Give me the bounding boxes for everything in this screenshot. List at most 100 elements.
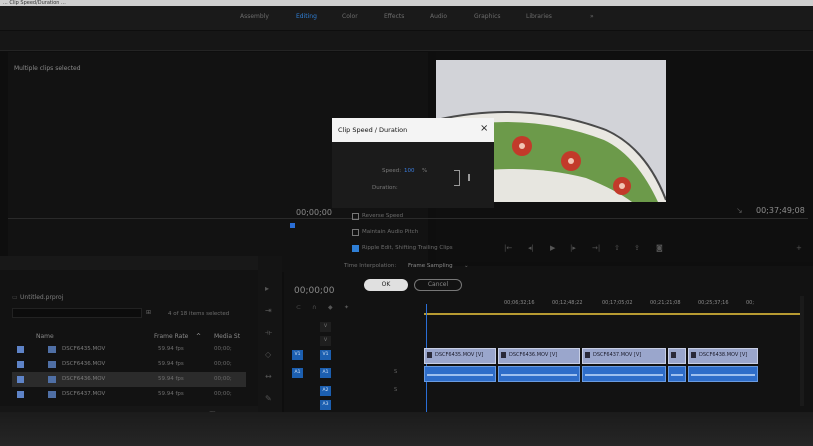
video-file-icon	[48, 391, 56, 398]
folder-icon: ▭	[12, 294, 18, 301]
monitor-playhead[interactable]	[290, 223, 295, 228]
speed-unit: %	[422, 168, 428, 174]
table-row[interactable]: DSCF6437.MOV 59.94 fps 00;00;	[12, 387, 246, 402]
time-interpolation-label: Time Interpolation:	[344, 263, 397, 269]
timeline-clip[interactable]: DSCF6435.MOV [V]	[424, 348, 496, 364]
table-row[interactable]: DSCF6436.MOV 59.94 fps 00;00;	[12, 372, 246, 387]
bin-icon[interactable]: ⊞	[146, 309, 151, 316]
timeline-timecode: 00;00;00	[294, 286, 335, 296]
workspace-tab-effects[interactable]: Effects	[384, 13, 404, 20]
screen-bottom	[0, 412, 813, 446]
maintain-audio-pitch-checkbox[interactable]	[352, 229, 359, 236]
column-name[interactable]: Name	[36, 333, 54, 340]
clip-frame-rate: 59.94 fps	[158, 346, 184, 352]
workspace-tab-editing[interactable]: Editing	[296, 13, 317, 20]
source-timecode: 00;00;00	[296, 208, 332, 217]
ripple-edit-label: Ripple Edit, Shifting Trailing Clips	[362, 245, 453, 251]
clip-frame-rate: 59.94 fps	[158, 376, 184, 382]
timeline-clip[interactable]: DSCF6436.MOV [V]	[498, 348, 580, 364]
time-interpolation-select[interactable]: Frame Sampling	[408, 263, 453, 269]
razor-tool-icon[interactable]: ◇	[265, 350, 275, 360]
snap-icon[interactable]: ⊂	[296, 304, 301, 311]
ok-button[interactable]: OK	[364, 279, 408, 291]
monitor-ruler[interactable]	[8, 218, 808, 224]
reverse-speed-label: Reverse Speed	[362, 213, 404, 219]
add-marker-icon[interactable]: ◆	[328, 304, 333, 311]
link-toggle-icon[interactable]	[468, 174, 470, 181]
clip-name: DSCF6437.MOV	[62, 391, 106, 397]
source-patch-a1[interactable]: A1	[292, 368, 303, 378]
audio-clip[interactable]	[668, 366, 686, 382]
track-target-a3[interactable]: A3	[320, 400, 331, 410]
project-search-input[interactable]	[12, 308, 142, 318]
workspace-tab-audio[interactable]: Audio	[430, 13, 447, 20]
workspace-tab-assembly[interactable]: Assembly	[240, 13, 269, 20]
panel-header	[0, 31, 813, 51]
chevron-down-icon[interactable]: ⌄	[464, 263, 469, 269]
timeline-scrollbar[interactable]	[800, 296, 804, 406]
slip-tool-icon[interactable]: ↔	[265, 372, 275, 382]
add-button-icon[interactable]: +	[796, 244, 802, 252]
audio-clip[interactable]	[582, 366, 666, 382]
audio-clip[interactable]	[424, 366, 496, 382]
selection-tool-icon[interactable]: ▸	[265, 284, 275, 294]
track-mute-button[interactable]: S	[394, 387, 397, 393]
ripple-edit-tool-icon[interactable]: ⟛	[265, 328, 275, 338]
track-lock-toggle[interactable]: V	[320, 322, 331, 332]
extract-icon[interactable]: ⇪	[634, 244, 640, 252]
workspace-more-icon[interactable]: »	[590, 13, 594, 20]
track-mute-button[interactable]: S	[394, 369, 397, 375]
speed-field[interactable]: 100	[404, 168, 415, 174]
link-bracket-icon	[454, 170, 460, 186]
table-row[interactable]: DSCF6435.MOV 59.94 fps 00;00;	[12, 342, 246, 357]
project-tabbar	[0, 256, 258, 270]
export-frame-icon[interactable]: ◙	[656, 244, 663, 252]
audio-clip[interactable]	[498, 366, 580, 382]
workspace-tab-graphics[interactable]: Graphics	[474, 13, 501, 20]
timeline-clip[interactable]	[668, 348, 686, 364]
clip-media-start: 00;00;	[214, 376, 232, 382]
reverse-speed-checkbox[interactable]	[352, 213, 359, 220]
track-select-tool-icon[interactable]: ⇥	[265, 306, 275, 316]
source-patch-v1[interactable]: V1	[292, 350, 303, 360]
track-lock-toggle[interactable]: V	[320, 336, 331, 346]
clip-label: DSCF6436.MOV [V]	[509, 352, 558, 358]
mark-in-icon[interactable]: |←	[504, 244, 512, 252]
fx-badge-icon	[691, 352, 696, 358]
workspace-tab-color[interactable]: Color	[342, 13, 358, 20]
clip-label: DSCF6438.MOV [V]	[699, 352, 748, 358]
timeline-clip[interactable]: DSCF6438.MOV [V]	[688, 348, 758, 364]
table-row[interactable]: DSCF6436.MOV 59.94 fps 00;00;	[12, 357, 246, 372]
ruler-label: 00;25;37;16	[698, 300, 729, 306]
workspace-tab-libraries[interactable]: Libraries	[526, 13, 552, 20]
linked-selection-icon[interactable]: ∩	[312, 304, 316, 311]
column-frame-rate[interactable]: Frame Rate	[154, 333, 188, 340]
project-name: Untitled.prproj	[20, 294, 64, 301]
ruler-label: 00;21;21;08	[650, 300, 681, 306]
settings-icon[interactable]: ✦	[344, 304, 349, 311]
work-area-bar[interactable]	[424, 313, 804, 315]
track-target-a2[interactable]: A2	[320, 386, 331, 396]
track-target-v1[interactable]: V1	[320, 350, 331, 360]
timeline-clip[interactable]: DSCF6437.MOV [V]	[582, 348, 666, 364]
track-header-v3: V	[284, 320, 414, 334]
track-target-a1[interactable]: A1	[320, 368, 331, 378]
lift-icon[interactable]: ⇧	[614, 244, 620, 252]
close-icon[interactable]: ×	[480, 123, 488, 134]
step-forward-icon[interactable]: |▸	[570, 244, 576, 252]
duration-label: Duration:	[372, 185, 398, 191]
column-media-start[interactable]: Media St	[214, 333, 240, 340]
cancel-button[interactable]: Cancel	[414, 279, 462, 291]
speed-label: Speed:	[382, 168, 402, 174]
fx-badge-icon	[671, 352, 676, 358]
wrench-icon[interactable]: ↘	[736, 206, 743, 215]
step-back-icon[interactable]: ◂|	[528, 244, 534, 252]
clip-frame-rate: 59.94 fps	[158, 391, 184, 397]
sort-ascending-icon[interactable]: ^	[196, 333, 201, 340]
pen-tool-icon[interactable]: ✎	[265, 394, 275, 404]
play-icon[interactable]: ▶	[550, 244, 555, 252]
ripple-edit-checkbox[interactable]	[352, 245, 359, 252]
fx-badge-icon	[585, 352, 590, 358]
audio-clip[interactable]	[688, 366, 758, 382]
go-to-out-icon[interactable]: →|	[592, 244, 600, 252]
